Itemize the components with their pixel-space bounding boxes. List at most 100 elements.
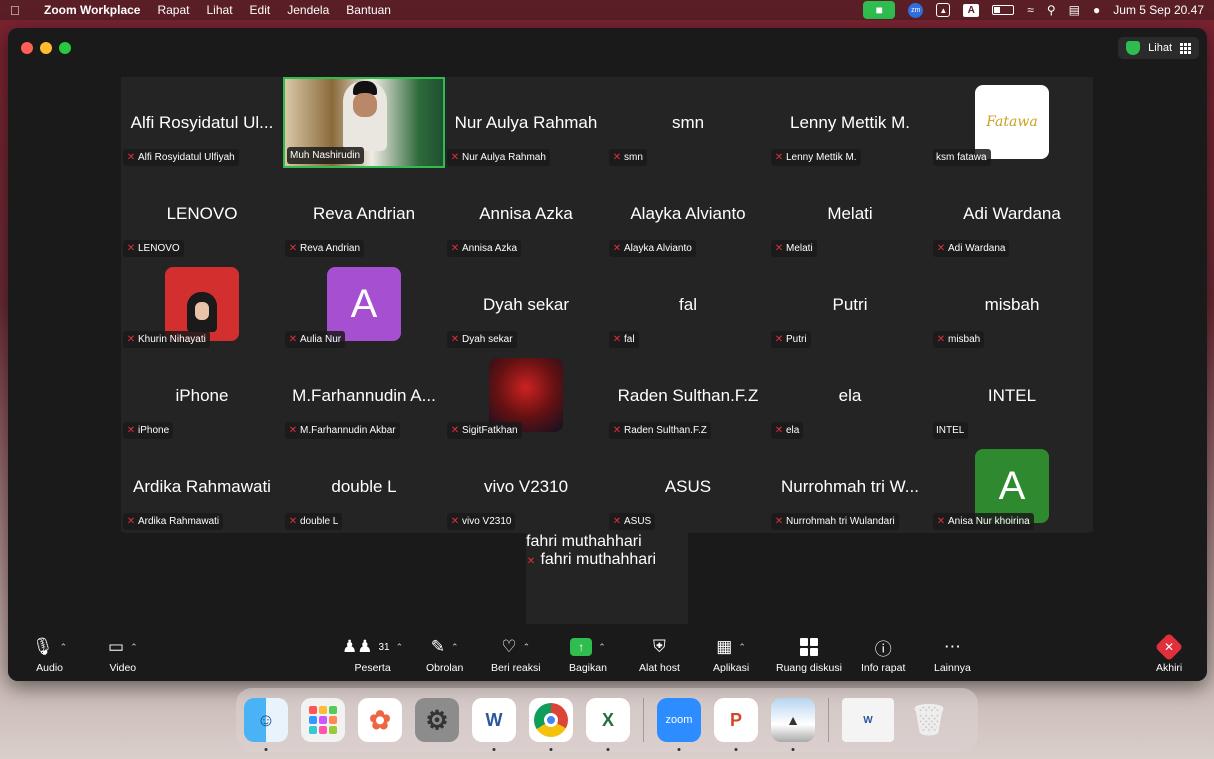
audio-options-caret-icon[interactable]: ⌃ (60, 642, 68, 653)
participant-tile[interactable]: A ✕ Anisa Nur khoirina (931, 441, 1093, 532)
chat-button[interactable]: ✎ ⌃ Obrolan (426, 636, 463, 674)
apps-button[interactable]: ▦ ⌃ Aplikasi (713, 636, 749, 674)
finder-app-icon[interactable]: ☺ (244, 698, 288, 751)
apple-icon[interactable]:  (10, 3, 30, 18)
excel-app-icon[interactable]: X (586, 698, 630, 751)
participant-tile[interactable]: INTEL INTEL (931, 350, 1093, 441)
participant-tile[interactable]: Adi Wardana ✕ Adi Wardana (931, 168, 1093, 259)
zoom-app-icon[interactable]: zoom (657, 698, 701, 751)
participants-button[interactable]: ♟♟ 31 ⌃ Peserta (342, 636, 403, 674)
encryption-shield-icon[interactable] (1126, 41, 1141, 55)
fullscreen-window-button[interactable] (59, 42, 71, 54)
menu-edit[interactable]: Edit (250, 3, 271, 17)
trash-icon[interactable]: 🗑 (907, 698, 951, 742)
share-button[interactable]: ↑ ⌃ Bagikan (569, 636, 607, 674)
system-settings-app-icon[interactable]: ⚙ (415, 698, 459, 742)
participant-tile[interactable]: vivo V2310 ✕ vivo V2310 (445, 441, 607, 532)
share-caret-icon[interactable]: ⌃ (598, 642, 606, 653)
menu-rapat[interactable]: Rapat (157, 3, 189, 17)
participant-tile[interactable]: ASUS ✕ ASUS (607, 441, 769, 532)
participant-tile[interactable]: double L ✕ double L (283, 441, 445, 532)
participant-nameplate: ✕ Dyah sekar (447, 331, 517, 348)
chat-label: Obrolan (426, 662, 464, 674)
menu-app-name[interactable]: Zoom Workplace (44, 3, 140, 17)
control-center-icon[interactable]: ▤ (1069, 3, 1080, 17)
participant-tile[interactable]: Dyah sekar ✕ Dyah sekar (445, 259, 607, 350)
more-button[interactable]: ⋯ Lainnya (934, 636, 971, 674)
reactions-button[interactable]: ♡ ⌃ Beri reaksi (491, 636, 541, 674)
participant-nameplate: ✕ Adi Wardana (933, 240, 1010, 257)
video-options-caret-icon[interactable]: ⌃ (130, 642, 138, 653)
profile-photo-avatar (165, 267, 239, 341)
participant-name-label: Alayka Alvianto (624, 243, 692, 254)
audio-button[interactable]: 🎙 ⌃ Audio (32, 636, 67, 674)
participant-tile[interactable]: Nur Aulya Rahmah ✕ Nur Aulya Rahmah (445, 77, 607, 168)
participant-tile[interactable]: Raden Sulthan.F.Z ✕ Raden Sulthan.F.Z (607, 350, 769, 441)
participant-tile[interactable]: LENOVO ✕ LENOVO (121, 168, 283, 259)
mic-muted-icon: ✕ (126, 243, 136, 254)
participant-tile[interactable]: smn ✕ smn (607, 77, 769, 168)
participant-nameplate: ✕ Melati (771, 240, 817, 257)
launchpad-app-icon[interactable] (301, 698, 345, 742)
participant-tile[interactable]: ✕ Khurin Nihayati (121, 259, 283, 350)
more-dots-icon: ⋯ (943, 637, 961, 656)
participant-tile[interactable]: A ✕ Aulia Nur (283, 259, 445, 350)
breakout-rooms-button[interactable]: Ruang diskusi (776, 636, 842, 674)
participant-tile[interactable]: M.Farhannudin A... ✕ M.Farhannudin Akbar (283, 350, 445, 441)
participant-tile[interactable]: ela ✕ ela (769, 350, 931, 441)
participant-tile[interactable]: Ardika Rahmawati ✕ Ardika Rahmawati (121, 441, 283, 532)
participant-tile[interactable]: misbah ✕ misbah (931, 259, 1093, 350)
camera-status-icon[interactable]: ■ (863, 1, 896, 19)
participant-tile[interactable]: fal ✕ fal (607, 259, 769, 350)
upload-status-icon[interactable]: ▲ (936, 3, 951, 17)
menubar-datetime[interactable]: Jum 5 Sep 20.47 (1113, 3, 1204, 17)
mic-muted-icon: ✕ (288, 516, 298, 527)
chrome-app-icon[interactable] (529, 698, 573, 751)
participants-caret-icon[interactable]: ⌃ (396, 642, 404, 653)
fatawa-logo-avatar: Fatawa (975, 85, 1049, 159)
menu-jendela[interactable]: Jendela (287, 3, 329, 17)
participant-tile[interactable]: Putri ✕ Putri (769, 259, 931, 350)
input-source-icon[interactable]: A (963, 3, 980, 17)
participant-tile[interactable]: Reva Andrian ✕ Reva Andrian (283, 168, 445, 259)
reactions-caret-icon[interactable]: ⌃ (523, 642, 531, 653)
video-button[interactable]: ▭ ⌃ Video (108, 636, 138, 674)
host-tools-button[interactable]: ⛨ Alat host (639, 636, 680, 674)
participant-tile[interactable]: Melati ✕ Melati (769, 168, 931, 259)
apps-caret-icon[interactable]: ⌃ (738, 642, 746, 653)
recent-document-icon[interactable]: W (842, 698, 894, 742)
minimize-window-button[interactable] (40, 42, 52, 54)
powerpoint-app-icon[interactable]: P (714, 698, 758, 751)
mic-muted-icon: ✕ (936, 334, 946, 345)
siri-icon[interactable]: ● (1093, 3, 1100, 17)
participant-tile[interactable]: Alfi Rosyidatul Ul... ✕ Alfi Rosyidatul Ul… (121, 77, 283, 168)
active-speaker-tile[interactable]: Muh Nashirudin (283, 77, 445, 168)
menu-bantuan[interactable]: Bantuan (346, 3, 391, 17)
participant-tile[interactable]: Nurrohmah tri W... ✕ Nurrohmah tri Wulanda… (769, 441, 931, 532)
participant-tile[interactable]: fahri muthahhari ✕ fahri muthahhari (526, 533, 688, 624)
participant-tile[interactable]: iPhone ✕ iPhone (121, 350, 283, 441)
photos-app-icon[interactable]: ✿ (358, 698, 402, 742)
zoom-status-icon[interactable]: zm (908, 2, 924, 18)
participant-tile[interactable]: Lenny Mettik M. ✕ Lenny Mettik M. (769, 77, 931, 168)
word-app-icon[interactable]: W (472, 698, 516, 751)
participant-nameplate: ✕ Nur Aulya Rahmah (447, 149, 550, 166)
battery-icon[interactable] (992, 5, 1015, 15)
preview-app-icon[interactable]: ▲ (771, 698, 815, 751)
participant-tile[interactable]: Alayka Alvianto ✕ Alayka Alvianto (607, 168, 769, 259)
participant-tile[interactable]: Annisa Azka ✕ Annisa Azka (445, 168, 607, 259)
view-button[interactable]: Lihat (1118, 37, 1199, 59)
participant-tile[interactable]: ✕ SigitFatkhan (445, 350, 607, 441)
end-meeting-button[interactable]: ✕ Akhiri (1154, 632, 1184, 674)
mic-muted-icon: ✕ (774, 425, 784, 436)
chat-caret-icon[interactable]: ⌃ (451, 642, 459, 653)
wifi-icon[interactable]: ≈ (1027, 3, 1034, 17)
participant-nameplate: ✕ SigitFatkhan (447, 422, 522, 439)
meeting-info-button[interactable]: ⓘ Info rapat (861, 636, 905, 675)
menu-lihat[interactable]: Lihat (207, 3, 233, 17)
close-window-button[interactable] (21, 42, 33, 54)
heart-icon: ♡ (501, 637, 517, 656)
search-icon[interactable]: ⚲ (1047, 3, 1056, 17)
mic-muted-icon: ✕ (774, 243, 784, 254)
participant-tile[interactable]: Fatawa ksm fatawa (931, 77, 1093, 168)
